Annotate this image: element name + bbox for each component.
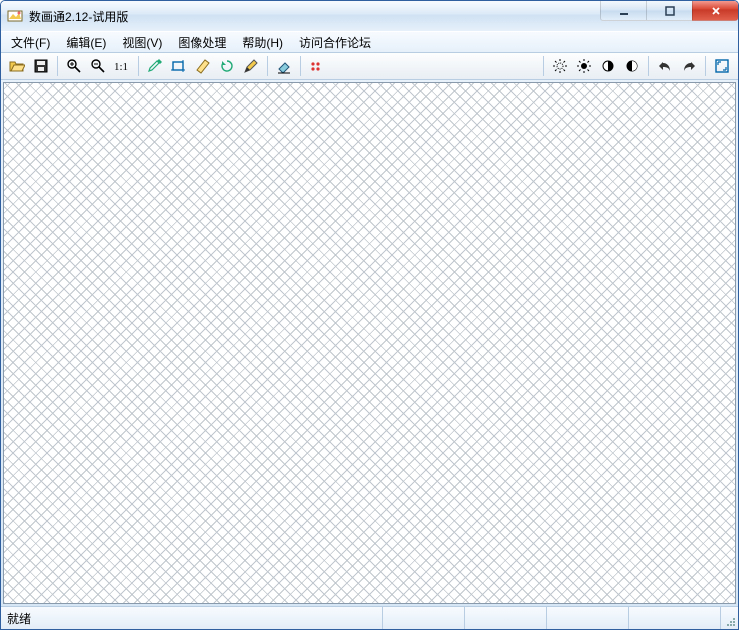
status-pane-2: [464, 607, 546, 629]
window-controls: [600, 1, 738, 21]
resize-grip[interactable]: [720, 607, 738, 629]
menu-image[interactable]: 图像处理: [170, 32, 234, 53]
menu-file[interactable]: 文件(F): [3, 32, 58, 53]
close-button[interactable]: [692, 1, 738, 21]
statusbar: 就绪: [1, 606, 738, 629]
zoom-out-button[interactable]: [87, 55, 109, 77]
contrast-up-button[interactable]: [597, 55, 619, 77]
separator: [267, 56, 268, 76]
app-window: 数画通2.12-试用版 文件(F) 编辑(E) 视图(V) 图像处理 帮助(H)…: [0, 0, 739, 630]
brightness-down-button[interactable]: [573, 55, 595, 77]
titlebar[interactable]: 数画通2.12-试用版: [1, 1, 738, 31]
window-title: 数画通2.12-试用版: [29, 8, 128, 25]
save-button[interactable]: [30, 55, 52, 77]
canvas-area[interactable]: [3, 82, 736, 604]
menu-help[interactable]: 帮助(H): [234, 32, 291, 53]
crop-button[interactable]: [168, 55, 190, 77]
eyedropper-button[interactable]: [144, 55, 166, 77]
menu-view[interactable]: 视图(V): [114, 32, 170, 53]
maximize-button[interactable]: [646, 1, 692, 21]
brightness-up-button[interactable]: [549, 55, 571, 77]
zoom-in-button[interactable]: [63, 55, 85, 77]
separator: [543, 56, 544, 76]
separator: [300, 56, 301, 76]
eraser-button[interactable]: [273, 55, 295, 77]
status-text: 就绪: [1, 607, 382, 629]
menu-forum[interactable]: 访问合作论坛: [291, 32, 379, 53]
separator: [57, 56, 58, 76]
actual-size-button[interactable]: 1:1: [111, 55, 133, 77]
open-button[interactable]: [6, 55, 28, 77]
toolbar: 1:1: [1, 53, 738, 80]
contrast-down-button[interactable]: [621, 55, 643, 77]
deskew-button[interactable]: [192, 55, 214, 77]
status-pane-4: [628, 607, 720, 629]
app-icon: [7, 8, 23, 24]
redo-button[interactable]: [678, 55, 700, 77]
separator: [648, 56, 649, 76]
separator: [705, 56, 706, 76]
menubar: 文件(F) 编辑(E) 视图(V) 图像处理 帮助(H) 访问合作论坛: [1, 31, 738, 53]
fullscreen-button[interactable]: [711, 55, 733, 77]
svg-text:1:1: 1:1: [114, 61, 128, 73]
minimize-button[interactable]: [600, 1, 646, 21]
pencil-button[interactable]: [240, 55, 262, 77]
status-pane-1: [382, 607, 464, 629]
status-pane-3: [546, 607, 628, 629]
separator: [138, 56, 139, 76]
grid-button[interactable]: [306, 55, 328, 77]
menu-edit[interactable]: 编辑(E): [58, 32, 114, 53]
rotate-button[interactable]: [216, 55, 238, 77]
undo-button[interactable]: [654, 55, 676, 77]
